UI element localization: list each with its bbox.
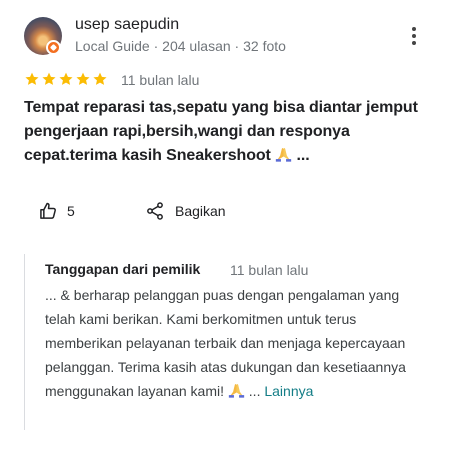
folded-hands-emoji	[276, 148, 292, 162]
reviewer-meta: Local Guide · 204 ulasan · 32 foto	[75, 38, 286, 54]
review-text-main: Tempat reparasi tas,sepatu yang bisa dia…	[24, 99, 418, 164]
share-button[interactable]: Bagikan	[145, 201, 226, 221]
like-button[interactable]: 5	[38, 201, 75, 221]
owner-response-body: ... & berharap pelanggan puas dengan pen…	[45, 287, 406, 399]
owner-response-text: ... & berharap pelanggan puas dengan pen…	[45, 283, 425, 403]
review-time: 11 bulan lalu	[121, 72, 200, 88]
folded-hands-emoji	[228, 384, 245, 398]
owner-response-title: Tanggapan dari pemilik	[45, 261, 201, 277]
star-icon	[25, 72, 39, 85]
review-text-ellipsis: ...	[292, 147, 310, 164]
more-vert-icon[interactable]	[404, 24, 424, 48]
more-link[interactable]: Lainnya	[264, 383, 313, 399]
review-text[interactable]: Tempat reparasi tas,sepatu yang bisa dia…	[24, 96, 434, 168]
share-label: Bagikan	[175, 203, 226, 219]
owner-response: Tanggapan dari pemilik 11 bulan lalu ...…	[24, 254, 425, 430]
like-count: 5	[67, 203, 75, 219]
share-icon	[147, 202, 163, 220]
owner-response-time: 11 bulan lalu	[230, 262, 309, 278]
local-guide-badge-icon	[46, 40, 61, 55]
reviewer-name[interactable]: usep saepudin	[75, 16, 179, 34]
star-icon	[76, 72, 90, 85]
thumb-up-icon	[40, 202, 56, 219]
owner-response-ellipsis: ...	[244, 383, 265, 399]
star-icon	[93, 72, 107, 85]
star-icon	[59, 72, 73, 85]
star-icon	[42, 72, 56, 85]
star-rating	[24, 71, 108, 87]
